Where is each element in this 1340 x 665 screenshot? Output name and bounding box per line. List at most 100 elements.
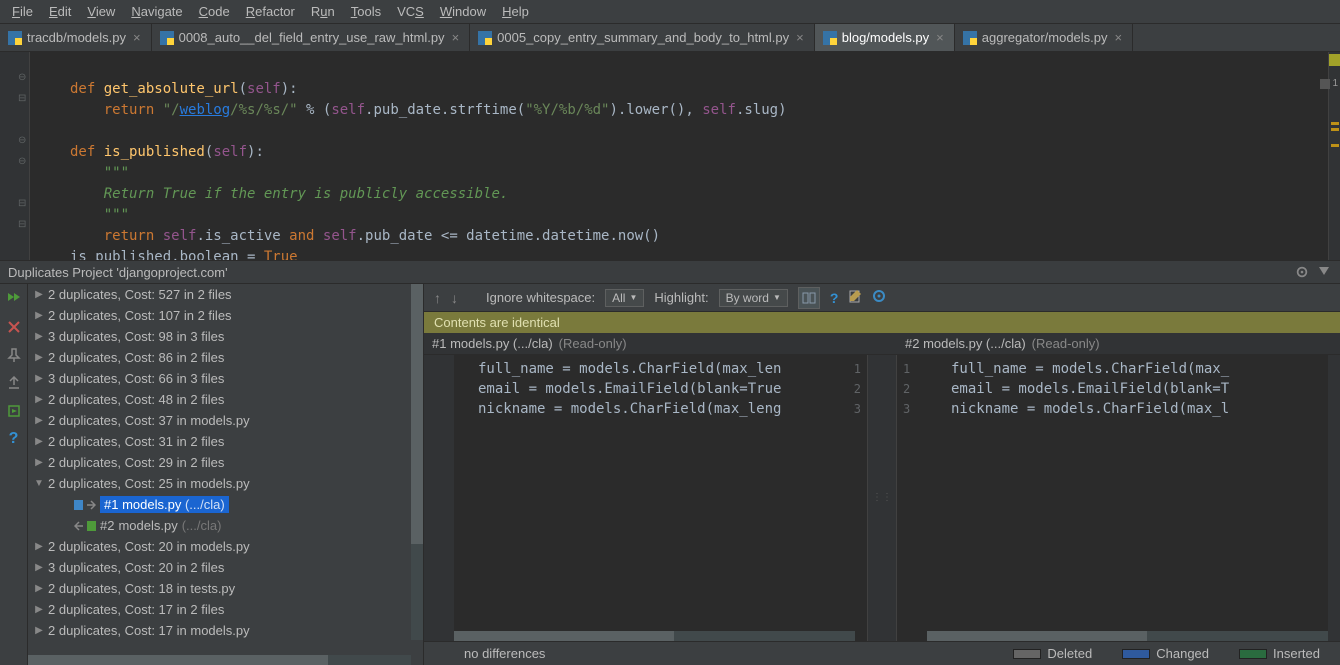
tree-row[interactable]: ▶2 duplicates, Cost: 20 in models.py xyxy=(28,536,423,557)
tree-row[interactable]: ▶2 duplicates, Cost: 107 in 2 files xyxy=(28,305,423,326)
python-file-icon xyxy=(478,31,492,45)
tab-tracdb[interactable]: tracdb/models.py × xyxy=(0,24,152,51)
code-area[interactable]: def get_absolute_url(self): return "/web… xyxy=(30,52,1328,260)
tree-row[interactable]: ▼ 2 duplicates, Cost: 25 in models.py xyxy=(28,473,423,494)
diff-head-left: #1 models.py (.../cla)(Read-only) xyxy=(424,333,867,354)
tree-row-label: 2 duplicates, Cost: 18 in tests.py xyxy=(48,581,235,596)
expand-icon[interactable]: ▶ xyxy=(34,373,44,384)
next-diff-icon[interactable]: ↓ xyxy=(451,290,458,306)
close-icon[interactable]: × xyxy=(131,30,143,45)
diff-splitter[interactable]: ⋮⋮ xyxy=(867,355,897,641)
gear-icon[interactable] xyxy=(1294,264,1310,280)
panel-title: Duplicates Project 'djangoproject.com' xyxy=(8,265,228,280)
line-numbers: 123 xyxy=(837,355,867,641)
menu-tools[interactable]: Tools xyxy=(343,2,389,21)
expand-icon[interactable]: ▶ xyxy=(34,457,44,468)
diff-code-left[interactable]: full_name = models.CharField(max_len ema… xyxy=(454,355,837,641)
tab-0008[interactable]: 0008_auto__del_field_entry_use_raw_html.… xyxy=(152,24,471,51)
prev-diff-icon[interactable]: ↑ xyxy=(434,290,441,306)
tree-child[interactable]: #2 models.py (.../cla) xyxy=(28,515,423,536)
horizontal-scrollbar[interactable] xyxy=(927,631,1328,641)
tree-row[interactable]: ▶2 duplicates, Cost: 48 in 2 files xyxy=(28,389,423,410)
diff-code-right[interactable]: full_name = models.CharField(max_ email … xyxy=(927,355,1328,641)
error-stripe[interactable] xyxy=(1328,355,1340,641)
python-file-icon xyxy=(8,31,22,45)
expand-icon[interactable]: ▶ xyxy=(34,583,44,594)
diff-pane-left[interactable]: full_name = models.CharField(max_len ema… xyxy=(424,355,867,641)
tab-blog[interactable]: blog/models.py × xyxy=(815,24,955,51)
menu-vcs[interactable]: VCS xyxy=(389,2,432,21)
pin-icon[interactable] xyxy=(5,346,23,364)
tree-child-selected[interactable]: #1 models.py (.../cla) xyxy=(28,494,423,515)
vertical-scrollbar[interactable] xyxy=(411,284,423,640)
expand-icon[interactable]: ▶ xyxy=(34,541,44,552)
no-diff-label: no differences xyxy=(464,646,545,661)
help-icon[interactable]: ? xyxy=(5,430,23,448)
expand-icon[interactable]: ▶ xyxy=(34,289,44,300)
tree-row[interactable]: ▶ 2 duplicates, Cost: 18 in tests.py xyxy=(28,578,423,599)
expand-icon[interactable]: ▶ xyxy=(34,415,44,426)
tab-aggregator[interactable]: aggregator/models.py × xyxy=(955,24,1133,51)
menu-run[interactable]: Run xyxy=(303,2,343,21)
tree-row[interactable]: ▶3 duplicates, Cost: 20 in 2 files xyxy=(28,557,423,578)
close-icon[interactable]: × xyxy=(794,30,806,45)
highlight-select[interactable]: By word▼ xyxy=(719,289,788,307)
menu-navigate[interactable]: Navigate xyxy=(123,2,190,21)
close-icon[interactable] xyxy=(5,318,23,336)
menu-refactor[interactable]: Refactor xyxy=(238,2,303,21)
help-icon[interactable]: ? xyxy=(830,290,839,306)
sync-scroll-icon[interactable] xyxy=(798,287,820,309)
tree-row-label: 2 duplicates, Cost: 17 in 2 files xyxy=(48,602,224,617)
tab-0005[interactable]: 0005_copy_entry_summary_and_body_to_html… xyxy=(470,24,815,51)
workspace-badge[interactable]: 1 xyxy=(1318,76,1340,91)
menu-window[interactable]: Window xyxy=(432,2,494,21)
tree-row[interactable]: ▶ 2 duplicates, Cost: 29 in 2 files xyxy=(28,452,423,473)
inspection-indicator-icon[interactable] xyxy=(1329,54,1340,66)
tree-row[interactable]: ▶3 duplicates, Cost: 66 in 3 files xyxy=(28,368,423,389)
close-icon[interactable]: × xyxy=(934,30,946,45)
ignore-ws-select[interactable]: All▼ xyxy=(605,289,644,307)
expand-icon[interactable]: ▶ xyxy=(34,625,44,636)
tree-row-label: 2 duplicates, Cost: 29 in 2 files xyxy=(48,455,224,470)
tree-row-label: 2 duplicates, Cost: 25 in models.py xyxy=(48,476,250,491)
duplicates-tree[interactable]: ▶2 duplicates, Cost: 527 in 2 files▶2 du… xyxy=(28,284,424,665)
panel-titlebar: Duplicates Project 'djangoproject.com' xyxy=(0,260,1340,284)
tree-row[interactable]: ▶2 duplicates, Cost: 86 in 2 files xyxy=(28,347,423,368)
tree-row[interactable]: ▶2 duplicates, Cost: 527 in 2 files xyxy=(28,284,423,305)
gutter[interactable]: ⊖ ⊟ ⊖ ⊖ ⊟ ⊟ xyxy=(0,52,30,260)
gear-icon[interactable] xyxy=(872,289,886,306)
horizontal-scrollbar[interactable] xyxy=(28,655,411,665)
line-numbers: 123 xyxy=(897,355,927,641)
tree-row[interactable]: ▶2 duplicates, Cost: 37 in models.py xyxy=(28,410,423,431)
tree-row[interactable]: ▶ 2 duplicates, Cost: 17 in 2 files xyxy=(28,599,423,620)
expand-icon[interactable]: ▶ xyxy=(34,352,44,363)
expand-icon[interactable]: ▶ xyxy=(34,310,44,321)
send-icon[interactable] xyxy=(5,402,23,420)
menu-code[interactable]: Code xyxy=(191,2,238,21)
editor-tabs: tracdb/models.py × 0008_auto__del_field_… xyxy=(0,24,1340,52)
export-icon[interactable] xyxy=(5,374,23,392)
diff-head-right: #2 models.py (.../cla)(Read-only) xyxy=(897,333,1340,354)
menu-help[interactable]: Help xyxy=(494,2,537,21)
expand-icon[interactable]: ▶ xyxy=(34,436,44,447)
expand-icon[interactable]: ▶ xyxy=(34,394,44,405)
expand-icon[interactable]: ▶ xyxy=(34,331,44,342)
close-icon[interactable]: × xyxy=(450,30,462,45)
tree-row[interactable]: ▶3 duplicates, Cost: 98 in 3 files xyxy=(28,326,423,347)
tree-row[interactable]: ▶2 duplicates, Cost: 17 in models.py xyxy=(28,620,423,641)
rerun-icon[interactable] xyxy=(5,290,23,308)
expand-icon[interactable]: ▼ xyxy=(34,478,44,489)
expand-icon[interactable]: ▶ xyxy=(34,604,44,615)
menu-file[interactable]: File xyxy=(4,2,41,21)
menu-edit[interactable]: Edit xyxy=(41,2,79,21)
edit-source-icon[interactable] xyxy=(848,289,862,306)
menu-view[interactable]: View xyxy=(79,2,123,21)
diff-pane-right[interactable]: 123 full_name = models.CharField(max_ em… xyxy=(897,355,1340,641)
hide-icon[interactable] xyxy=(1316,264,1332,280)
swatch-inserted xyxy=(1239,649,1267,659)
tree-row[interactable]: ▶2 duplicates, Cost: 31 in 2 files xyxy=(28,431,423,452)
error-stripe[interactable]: 1 xyxy=(1328,52,1340,260)
close-icon[interactable]: × xyxy=(1113,30,1125,45)
horizontal-scrollbar[interactable] xyxy=(454,631,855,641)
expand-icon[interactable]: ▶ xyxy=(34,562,44,573)
